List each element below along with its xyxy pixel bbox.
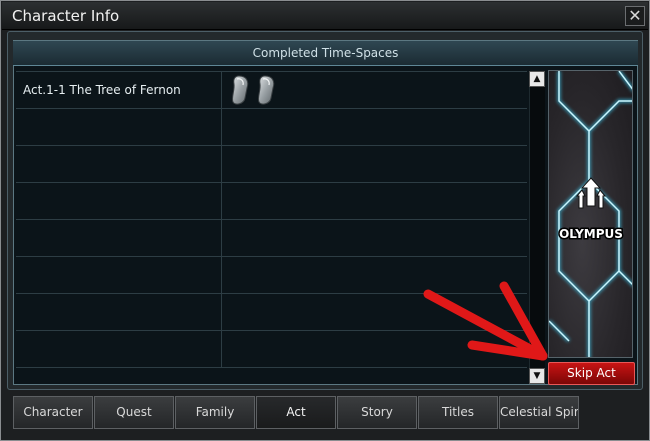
arrow-up-icon: ▲ [533, 74, 541, 84]
completion-badges [223, 146, 527, 183]
table-row[interactable]: Act.1-1 The Tree of Fernon [16, 72, 527, 109]
olympus-banner: OLYMPUS [548, 70, 633, 358]
tab-family[interactable]: Family [175, 396, 255, 429]
act-name [16, 257, 222, 294]
banner-logo-text: OLYMPUS [559, 227, 623, 241]
act-name [16, 146, 222, 183]
completion-badges [223, 220, 527, 257]
scrollbar-track[interactable] [529, 71, 545, 384]
tab-act[interactable]: Act [256, 396, 336, 429]
stone-badge-icon [231, 75, 275, 105]
window-title: Character Info [12, 7, 120, 25]
act-name [16, 109, 222, 146]
scroll-up-button[interactable]: ▲ [529, 71, 545, 87]
table-row[interactable] [16, 294, 527, 331]
table-row[interactable] [16, 257, 527, 294]
olympus-emblem-icon [575, 177, 607, 209]
title-bar[interactable]: Character Info ✕ [2, 2, 648, 30]
tab-bar: Character Quest Family Act Story Titles … [13, 396, 583, 429]
completion-badges [223, 72, 527, 109]
table-row[interactable] [16, 220, 527, 257]
tab-character[interactable]: Character [13, 396, 93, 429]
completion-badges [223, 183, 527, 220]
tab-quest[interactable]: Quest [94, 396, 174, 429]
scroll-down-button[interactable]: ▼ [529, 368, 545, 384]
act-name [16, 294, 222, 331]
act-name: Act.1-1 The Tree of Fernon [16, 72, 222, 109]
table-row[interactable] [16, 109, 527, 146]
act-name [16, 331, 222, 368]
completion-badges [223, 331, 527, 368]
completion-badges [223, 294, 527, 331]
close-icon: ✕ [628, 6, 642, 25]
table-row[interactable] [16, 331, 527, 368]
table-row[interactable] [16, 146, 527, 183]
act-name [16, 220, 222, 257]
arrow-down-icon: ▼ [533, 371, 541, 381]
circuit-glow-art: OLYMPUS [549, 71, 632, 357]
time-spaces-table: Act.1-1 The Tree of Fernon [16, 71, 527, 368]
section-header: Completed Time-Spaces [13, 41, 638, 66]
close-button[interactable]: ✕ [625, 6, 645, 26]
completion-badges [223, 109, 527, 146]
tab-story[interactable]: Story [337, 396, 417, 429]
completion-badges [223, 257, 527, 294]
tab-titles[interactable]: Titles [418, 396, 498, 429]
skip-act-button[interactable]: Skip Act [548, 362, 635, 385]
tab-celestial-spire[interactable]: Celestial Spire [499, 396, 579, 429]
act-name [16, 183, 222, 220]
table-row[interactable] [16, 183, 527, 220]
